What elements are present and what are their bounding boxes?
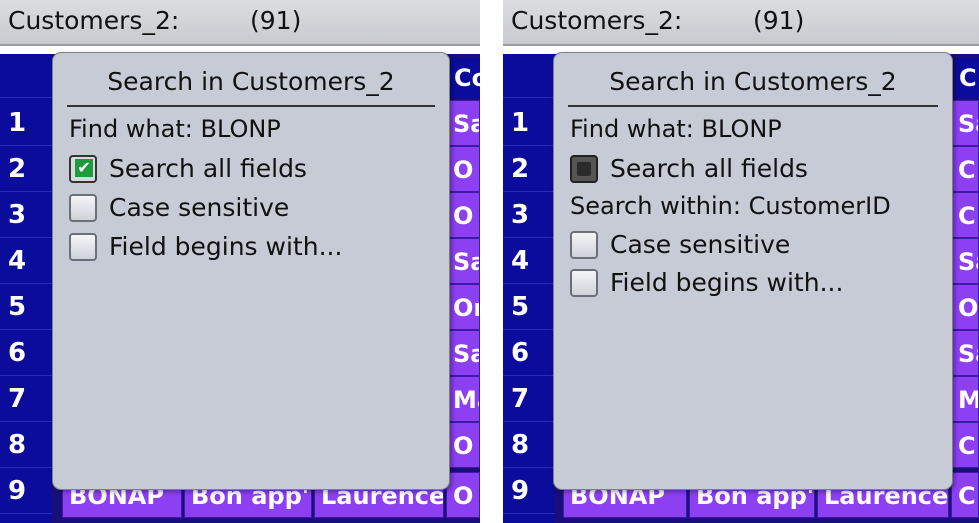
option-label: Field begins with... [610, 268, 844, 297]
grid-cell[interactable]: Sa [446, 238, 480, 284]
table-title: Customers_2: [8, 6, 180, 35]
option-label: Case sensitive [610, 230, 791, 259]
field-begins-with-checkbox[interactable] [570, 269, 598, 297]
window-header: Customers_2: (91) [503, 0, 979, 46]
row-number[interactable]: 9 [503, 468, 555, 514]
grid-cell[interactable]: Sa [951, 100, 979, 146]
row-number[interactable]: 8 [503, 422, 555, 468]
row-number[interactable]: 6 [503, 330, 555, 376]
row-number[interactable]: 6 [0, 330, 52, 376]
row-number[interactable]: 3 [0, 192, 52, 238]
dialog-title: Search in Customers_2 [107, 67, 395, 96]
row-number[interactable]: 4 [503, 238, 555, 284]
row-number[interactable]: 5 [503, 284, 555, 330]
field-begins-with-checkbox[interactable] [69, 233, 97, 261]
grid-cell[interactable]: O [446, 146, 480, 192]
find-what-text[interactable]: Find what: BLONP [570, 115, 782, 143]
find-what-text[interactable]: Find what: BLONP [69, 115, 281, 143]
checkmark-icon: ✔ [75, 159, 93, 177]
search-all-fields-checkbox[interactable] [570, 155, 598, 183]
row-number[interactable]: 9 [0, 468, 52, 514]
grid-cell[interactable]: Or [446, 284, 480, 330]
right-screenshot: Customers_2: (91) 1 2 3 4 5 6 7 8 9 C Sa… [503, 0, 979, 523]
record-count: (91) [250, 6, 302, 35]
case-sensitive-checkbox[interactable] [69, 194, 97, 222]
grid-cell[interactable]: C [951, 472, 979, 518]
row-number[interactable]: 1 [503, 100, 555, 146]
search-within-text[interactable]: Search within: CustomerID [570, 192, 891, 220]
case-sensitive-checkbox[interactable] [570, 231, 598, 259]
row-number[interactable]: 2 [0, 146, 52, 192]
option-label: Case sensitive [109, 193, 290, 222]
left-screenshot: Customers_2: (91) 1 2 3 4 5 6 7 8 9 Co S… [0, 0, 480, 523]
option-label: Search all fields [610, 154, 808, 183]
title-divider [568, 105, 938, 107]
search-all-fields-checkbox[interactable]: ✔ [69, 155, 97, 183]
row-number-header [0, 54, 52, 98]
grid-cell[interactable]: C [951, 422, 979, 468]
search-dialog: Search in Customers_2 Find what: BLONP S… [553, 52, 953, 490]
row-number[interactable]: 4 [0, 238, 52, 284]
row-number[interactable]: 5 [0, 284, 52, 330]
title-divider [67, 105, 435, 107]
row-number[interactable]: 3 [503, 192, 555, 238]
grid-cell[interactable]: Ma [951, 376, 979, 422]
grid-cell[interactable]: Sa [446, 100, 480, 146]
grid-cell[interactable]: C [951, 146, 979, 192]
grid-cell[interactable]: O [446, 192, 480, 238]
column-header[interactable]: C [955, 58, 979, 98]
grid-cell[interactable]: O [951, 284, 979, 330]
grid-cell[interactable]: C [951, 192, 979, 238]
grid-cell[interactable]: Sa [951, 238, 979, 284]
grid-cell[interactable]: Sa [951, 330, 979, 376]
row-number[interactable]: 1 [0, 100, 52, 146]
row-number[interactable]: 8 [0, 422, 52, 468]
option-label: Search all fields [109, 154, 307, 183]
window-header: Customers_2: (91) [0, 0, 480, 46]
column-header[interactable]: Co [450, 58, 480, 98]
dialog-title: Search in Customers_2 [609, 67, 897, 96]
grid-cell[interactable]: O [446, 472, 480, 518]
row-number-column: 1 2 3 4 5 6 7 8 9 [503, 54, 555, 523]
grid-cell[interactable]: Sa [446, 330, 480, 376]
grid-cell[interactable]: O [446, 422, 480, 468]
row-number[interactable]: 7 [503, 376, 555, 422]
row-number-column: 1 2 3 4 5 6 7 8 9 [0, 54, 52, 523]
table-title: Customers_2: [511, 6, 683, 35]
record-count: (91) [753, 6, 805, 35]
search-dialog: Search in Customers_2 Find what: BLONP ✔… [52, 52, 450, 490]
option-label: Field begins with... [109, 232, 343, 261]
grid-cell[interactable]: Ma [446, 376, 480, 422]
row-number[interactable]: 7 [0, 376, 52, 422]
row-number-header [503, 54, 555, 98]
indeterminate-icon [577, 162, 591, 176]
row-number[interactable]: 2 [503, 146, 555, 192]
